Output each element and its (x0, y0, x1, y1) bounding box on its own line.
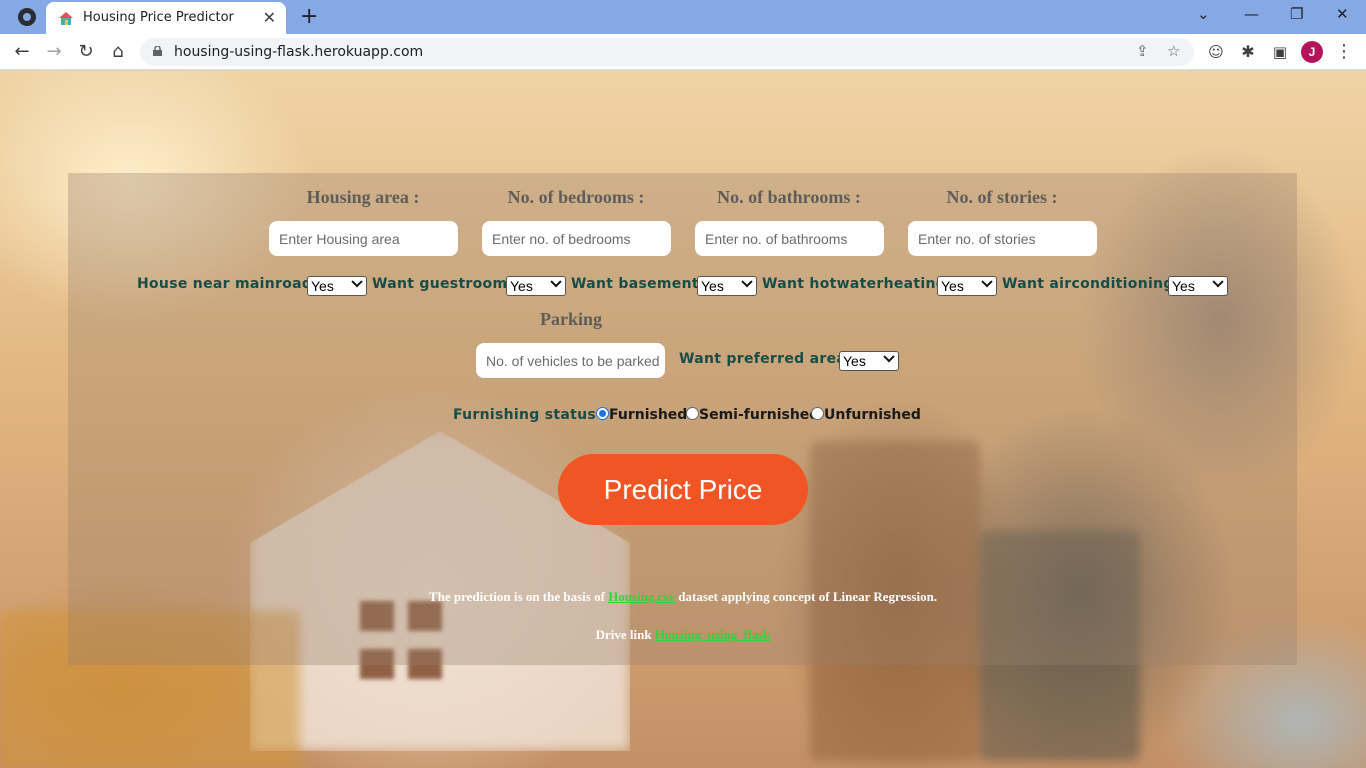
restore-icon[interactable]: ❐ (1290, 5, 1303, 23)
url-text: housing-using-flask.herokuapp.com (174, 44, 424, 60)
bedrooms-label: No. of bedrooms : (507, 187, 645, 207)
bedrooms-input[interactable] (482, 221, 671, 256)
browser-toolbar: ← → ↻ ⌂ housing-using-flask.herokuapp.co… (0, 34, 1366, 70)
hotwaterheating-select[interactable]: Yes (937, 276, 997, 296)
basement-select[interactable]: Yes (697, 276, 757, 296)
chevron-down-icon (741, 276, 753, 288)
window-close-icon[interactable]: ✕ (1336, 5, 1349, 23)
housing-area-label: Housing area : (306, 187, 420, 207)
semi-furnished-radio[interactable] (686, 407, 699, 420)
guestroom-label: Want guestroom ? (372, 276, 521, 292)
active-tab[interactable]: Housing Price Predictor ✕ (46, 2, 286, 34)
preferred-area-label: Want preferred area ? (679, 351, 860, 367)
stories-label: No. of stories : (946, 187, 1058, 207)
dataset-link[interactable]: Housing.csv (608, 589, 675, 604)
parking-input[interactable] (476, 343, 665, 378)
profile-avatar[interactable]: J (1301, 41, 1323, 63)
chevron-down-icon (550, 276, 562, 288)
bookmark-star-icon[interactable]: ☆ (1167, 42, 1180, 60)
back-arrow-icon[interactable]: ← (10, 40, 34, 64)
housing-area-input[interactable] (269, 221, 458, 256)
home-icon[interactable]: ⌂ (106, 40, 130, 64)
house-favicon-icon (59, 12, 73, 25)
menu-kebab-icon[interactable]: ⋮ (1332, 40, 1356, 64)
chevron-down-icon (883, 351, 895, 363)
furnishing-label: Furnishing status ? (453, 407, 610, 423)
tab-search-icon[interactable] (18, 8, 36, 26)
furnished-radio-label[interactable]: Furnished (609, 407, 687, 423)
share-icon[interactable]: ⇪ (1136, 42, 1149, 60)
airconditioning-label: Want airconditioning ? (1002, 276, 1188, 292)
guestroom-select[interactable]: Yes (506, 276, 566, 296)
prediction-note: The prediction is on the basis of Housin… (428, 589, 938, 604)
stories-input[interactable] (908, 221, 1097, 256)
reload-icon[interactable]: ↻ (74, 40, 98, 64)
mainroad-label: House near mainroad ? (137, 276, 326, 292)
extension-avatar-icon[interactable]: ☺ (1204, 40, 1228, 64)
drive-link[interactable]: Housing_using_flask (655, 627, 771, 642)
basement-label: Want basement ? (571, 276, 713, 292)
new-tab-plus-icon[interactable]: + (300, 4, 318, 29)
bathrooms-label: No. of bathrooms : (717, 187, 861, 207)
chevron-down-icon (981, 276, 993, 288)
airconditioning-select[interactable]: Yes (1168, 276, 1228, 296)
bathrooms-input[interactable] (695, 221, 884, 256)
browser-tab-strip: Housing Price Predictor ✕ + ⌄ — ❐ ✕ (0, 0, 1366, 34)
drive-link-note: Drive link Housing_using_flask (595, 627, 771, 642)
preferred-area-select[interactable]: Yes (839, 351, 899, 371)
tab-close-icon[interactable]: ✕ (263, 8, 276, 27)
semi-furnished-radio-label[interactable]: Semi-furnished (699, 407, 819, 423)
furnished-radio[interactable] (596, 407, 609, 420)
tab-list-chevron-icon[interactable]: ⌄ (1197, 5, 1210, 23)
side-panel-icon[interactable]: ▣ (1268, 40, 1292, 64)
page-background: Housing area : No. of bedrooms : No. of … (0, 71, 1366, 768)
chevron-down-icon (1212, 276, 1224, 288)
unfurnished-radio[interactable] (811, 407, 824, 420)
mainroad-select[interactable]: Yes (307, 276, 367, 296)
predict-price-button[interactable]: Predict Price (558, 454, 808, 525)
address-bar[interactable]: housing-using-flask.herokuapp.com ⇪ ☆ (140, 38, 1194, 66)
tab-title: Housing Price Predictor (83, 10, 234, 25)
forward-arrow-icon[interactable]: → (42, 40, 66, 64)
hotwaterheating-label: Want hotwaterheating ? (762, 276, 960, 292)
extensions-puzzle-icon[interactable]: ✱ (1236, 40, 1260, 64)
minimize-icon[interactable]: — (1244, 5, 1259, 23)
unfurnished-radio-label[interactable]: Unfurnished (824, 407, 921, 423)
lock-icon (153, 46, 162, 56)
chevron-down-icon (351, 276, 363, 288)
parking-label: Parking (539, 309, 602, 329)
